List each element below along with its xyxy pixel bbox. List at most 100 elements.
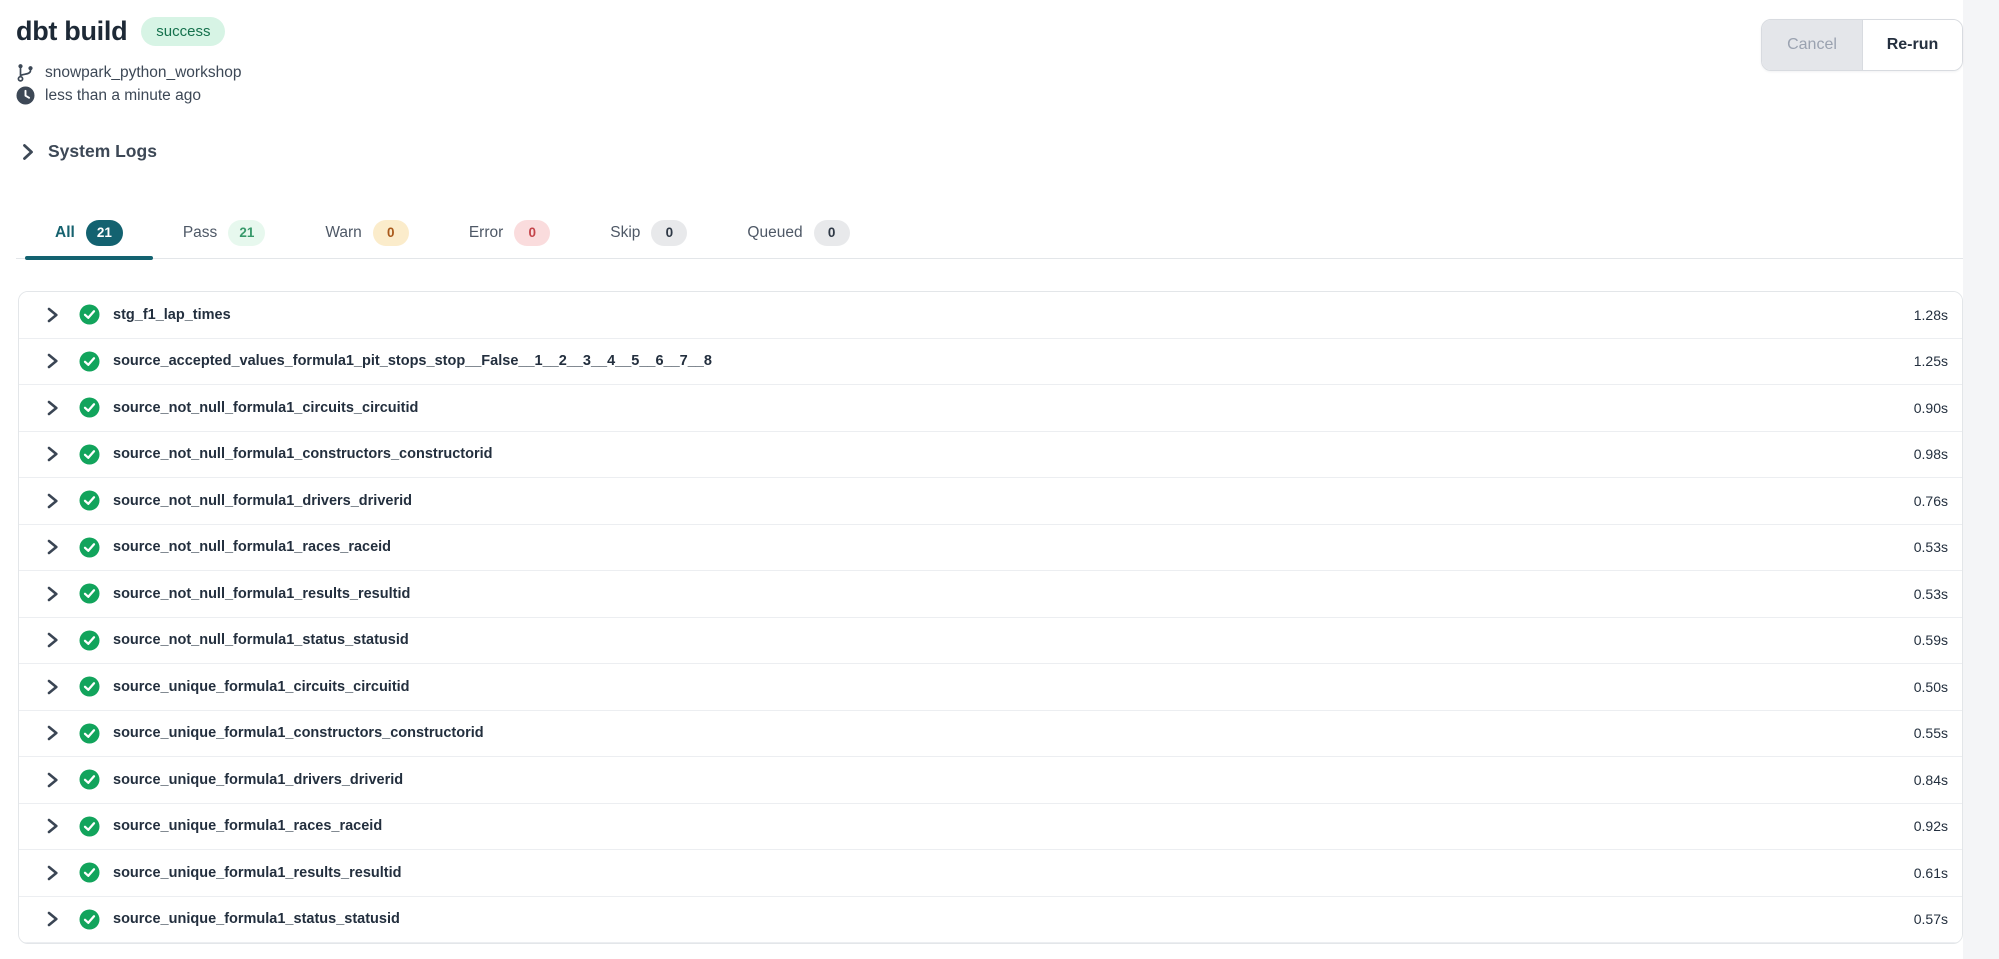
result-filter-tabs: All 21 Pass 21 Warn 0 Error 0 Skip 0 Que… [16,208,1963,259]
rerun-button[interactable]: Re-run [1862,20,1962,70]
result-name: source_unique_formula1_status_statusid [113,911,400,927]
pass-check-icon [79,676,100,697]
tab-count-badge: 0 [514,220,550,246]
pass-check-icon [79,816,100,837]
tab-skip[interactable]: Skip 0 [580,208,717,258]
expand-chevron-icon[interactable] [43,399,61,417]
result-name: source_unique_formula1_constructors_cons… [113,725,484,741]
tab-label: Pass [183,224,217,242]
cancel-button[interactable]: Cancel [1762,20,1862,70]
run-detail-page: dbt build success snowpark_python_worksh… [0,0,1999,959]
tab-error[interactable]: Error 0 [439,208,580,258]
tab-warn[interactable]: Warn 0 [295,208,438,258]
pass-check-icon [79,537,100,558]
time-line: less than a minute ago [16,86,1963,105]
result-name: source_not_null_formula1_circuits_circui… [113,400,418,416]
result-duration: 0.53s [1914,539,1948,555]
result-duration: 0.50s [1914,679,1948,695]
run-actions: Cancel Re-run [1761,19,1963,71]
pass-check-icon [79,723,100,744]
tab-label: Skip [610,224,640,242]
result-name: source_unique_formula1_drivers_driverid [113,772,403,788]
result-duration: 1.28s [1914,307,1948,323]
result-row[interactable]: source_accepted_values_formula1_pit_stop… [19,339,1962,386]
tab-all[interactable]: All 21 [25,208,153,258]
results-list: stg_f1_lap_times 1.28s source_accepted_v… [18,291,1963,944]
pass-check-icon [79,583,100,604]
result-row[interactable]: source_not_null_formula1_drivers_driveri… [19,478,1962,525]
result-name: source_unique_formula1_races_raceid [113,818,382,834]
result-name: stg_f1_lap_times [113,307,231,323]
result-name: source_not_null_formula1_status_statusid [113,632,409,648]
tab-label: Queued [747,224,802,242]
pass-check-icon [79,490,100,511]
clock-icon [16,86,35,105]
pass-check-icon [79,862,100,883]
run-header: dbt build success snowpark_python_worksh… [0,0,1999,105]
expand-chevron-icon[interactable] [43,678,61,696]
result-duration: 0.55s [1914,725,1948,741]
page-title: dbt build [16,16,127,47]
status-badge: success [141,17,225,46]
result-row[interactable]: source_unique_formula1_status_statusid 0… [19,897,1962,944]
tab-label: Warn [325,224,361,242]
result-name: source_not_null_formula1_races_raceid [113,539,391,555]
result-row[interactable]: source_not_null_formula1_circuits_circui… [19,385,1962,432]
tab-count-badge: 21 [228,220,265,246]
result-duration: 0.84s [1914,772,1948,788]
expand-chevron-icon[interactable] [43,910,61,928]
result-duration: 0.92s [1914,818,1948,834]
tab-pass[interactable]: Pass 21 [153,208,296,258]
system-logs-toggle[interactable]: System Logs [22,141,1999,162]
pass-check-icon [79,444,100,465]
result-row[interactable]: source_not_null_formula1_status_statusid… [19,618,1962,665]
expand-chevron-icon[interactable] [43,585,61,603]
result-duration: 0.53s [1914,586,1948,602]
result-duration: 0.76s [1914,493,1948,509]
expand-chevron-icon[interactable] [43,352,61,370]
branch-line: snowpark_python_workshop [16,62,1963,83]
expand-chevron-icon[interactable] [43,631,61,649]
result-row[interactable]: source_not_null_formula1_races_raceid 0.… [19,525,1962,572]
expand-chevron-icon[interactable] [43,724,61,742]
result-row[interactable]: stg_f1_lap_times 1.28s [19,292,1962,339]
result-duration: 0.59s [1914,632,1948,648]
expand-chevron-icon[interactable] [43,538,61,556]
expand-chevron-icon[interactable] [43,817,61,835]
tab-count-badge: 21 [86,220,123,246]
result-duration: 1.25s [1914,353,1948,369]
result-name: source_unique_formula1_circuits_circuiti… [113,679,410,695]
result-row[interactable]: source_not_null_formula1_constructors_co… [19,432,1962,479]
pass-check-icon [79,397,100,418]
pass-check-icon [79,304,100,325]
expand-chevron-icon[interactable] [43,445,61,463]
expand-chevron-icon[interactable] [43,492,61,510]
git-branch-icon [16,62,35,83]
result-duration: 0.61s [1914,865,1948,881]
scrollbar-gutter[interactable] [1963,0,1999,959]
result-name: source_unique_formula1_results_resultid [113,865,402,881]
tab-count-badge: 0 [814,220,850,246]
expand-chevron-icon[interactable] [43,771,61,789]
result-duration: 0.98s [1914,446,1948,462]
result-name: source_not_null_formula1_results_resulti… [113,586,410,602]
result-row[interactable]: source_unique_formula1_constructors_cons… [19,711,1962,758]
tab-count-badge: 0 [373,220,409,246]
time-ago: less than a minute ago [45,87,201,105]
result-row[interactable]: source_unique_formula1_races_raceid 0.92… [19,804,1962,851]
tab-label: All [55,224,75,242]
tab-label: Error [469,224,503,242]
expand-chevron-icon[interactable] [43,864,61,882]
result-row[interactable]: source_unique_formula1_drivers_driverid … [19,757,1962,804]
result-row[interactable]: source_unique_formula1_circuits_circuiti… [19,664,1962,711]
pass-check-icon [79,630,100,651]
system-logs-label: System Logs [48,141,157,162]
result-row[interactable]: source_not_null_formula1_results_resulti… [19,571,1962,618]
tab-queued[interactable]: Queued 0 [717,208,879,258]
result-row[interactable]: source_unique_formula1_results_resultid … [19,850,1962,897]
pass-check-icon [79,769,100,790]
pass-check-icon [79,351,100,372]
result-name: source_not_null_formula1_constructors_co… [113,446,493,462]
expand-chevron-icon[interactable] [43,306,61,324]
result-duration: 0.57s [1914,911,1948,927]
